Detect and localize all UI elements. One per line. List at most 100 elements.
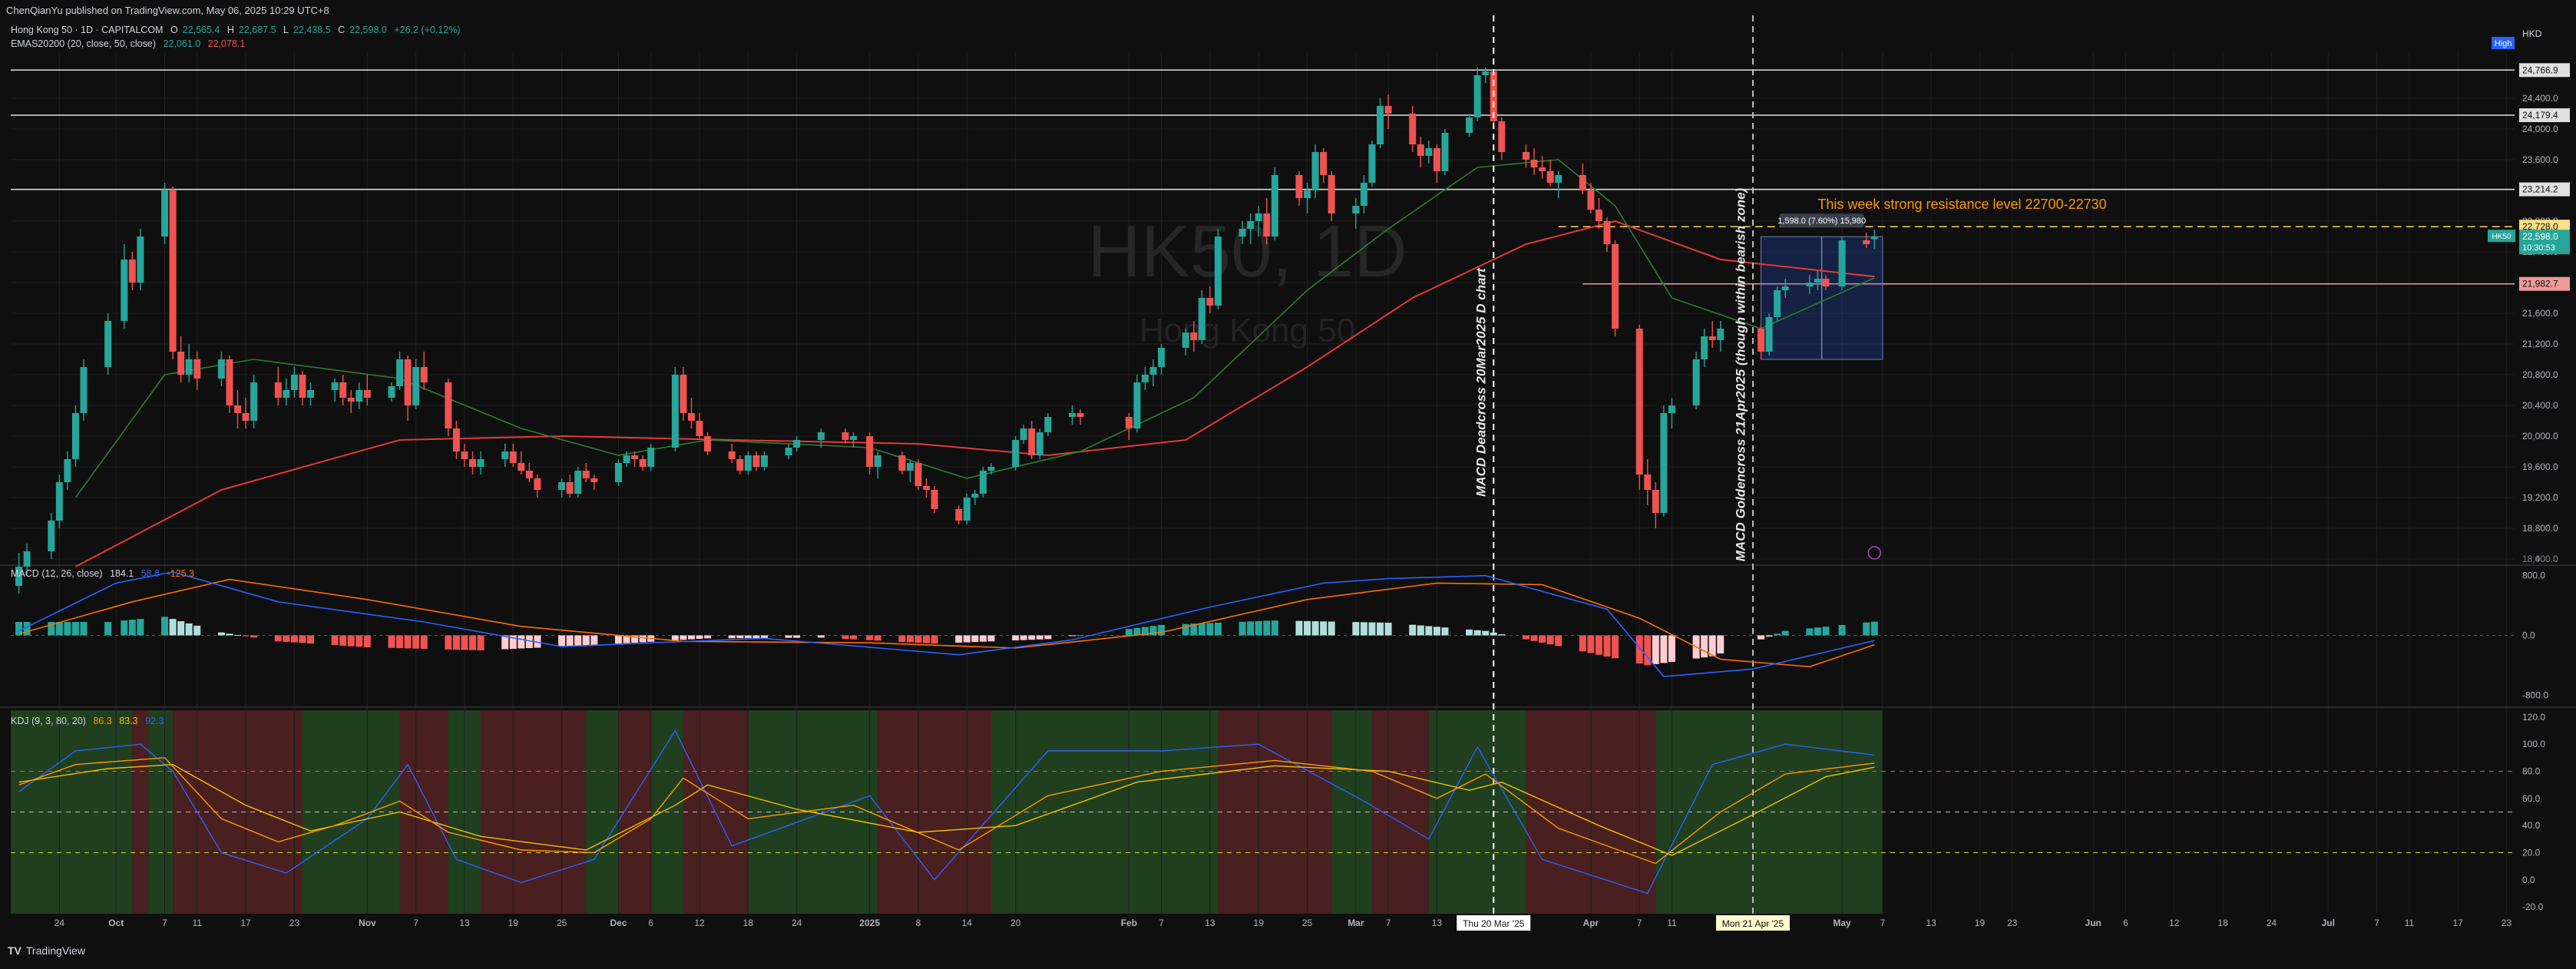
- tradingview-chart[interactable]: HK50, 1D Hong Kong 50 1,598.0 (7.60%) 15,9…: [0, 0, 2576, 965]
- candle-body: [1247, 221, 1255, 229]
- macd-hist-bar: [850, 635, 858, 640]
- macd-hist-bar: [404, 635, 412, 649]
- kdj-legend[interactable]: KDJ (9, 3, 80, 20) 86.3 83.3 92.3: [11, 716, 168, 726]
- candle-body: [955, 509, 963, 521]
- macd-hist-bar: [128, 620, 136, 636]
- time-label: Feb: [1121, 918, 1137, 928]
- price-tick: 24,000.0: [2522, 124, 2558, 134]
- candle-body: [1320, 152, 1328, 175]
- macd-hist-bar: [1214, 622, 1222, 636]
- macd-hist-bar: [1036, 635, 1043, 640]
- macd-hist-bar: [1498, 634, 1506, 636]
- candle: [445, 379, 452, 436]
- candle-body: [509, 451, 517, 463]
- candle: [55, 475, 63, 528]
- candle-body: [1255, 213, 1262, 221]
- chart-canvas[interactable]: HK50, 1DHong Kong 501,598.0 (7.60%) 15,9…: [0, 0, 2576, 965]
- price-tick: 20,000.0: [2522, 431, 2558, 442]
- macd-hist-bar: [566, 635, 574, 647]
- macd-hist-bar: [615, 635, 623, 644]
- macd-hist-bar: [914, 635, 922, 643]
- macd-hist-bar: [1838, 624, 1846, 636]
- candle-body: [363, 390, 371, 398]
- macd-hist-bar: [1271, 620, 1278, 636]
- candle: [1635, 325, 1643, 490]
- macd-hist-bar: [1198, 623, 1205, 636]
- ema-label: EMAS20200 (20, close, 50, close): [11, 38, 156, 49]
- macd-hist-bar: [1530, 635, 1538, 641]
- macd-hist-bar: [193, 625, 201, 636]
- last-price-countdown: 10:30:53: [2522, 243, 2555, 253]
- candle-body: [615, 463, 623, 482]
- time-label: 17: [2452, 918, 2463, 928]
- macd-hist-bar: [736, 635, 744, 639]
- candle-body: [1838, 240, 1846, 286]
- price-tick: 21,600.0: [2522, 308, 2558, 319]
- candle-body: [469, 459, 477, 467]
- candle-body: [704, 436, 712, 451]
- macd-hist-bar: [1539, 635, 1546, 643]
- macd-hist-bar: [1758, 635, 1765, 640]
- candle-body: [963, 498, 971, 521]
- tradingview-footer[interactable]: TV TradingView: [8, 944, 85, 957]
- annotation-0: This week strong resistance level 22700-…: [1817, 197, 2106, 212]
- candle: [931, 486, 938, 513]
- candle-body: [501, 451, 509, 459]
- candle-body: [923, 486, 931, 490]
- macd-hist-bar: [1490, 632, 1497, 636]
- candle-body: [177, 352, 185, 375]
- kdj-tick: 20.0: [2522, 848, 2541, 858]
- macd-hist-bar: [185, 623, 193, 636]
- macd-hist-bar: [898, 635, 906, 642]
- price-tick: 20,800.0: [2522, 369, 2558, 380]
- price-tick: 23,600.0: [2522, 154, 2558, 165]
- macd-legend[interactable]: MACD (12, 26, close) 184.1 58.8 -125.3: [11, 568, 199, 579]
- macd-hist-bar: [671, 635, 679, 640]
- time-label: 11: [1667, 918, 1677, 928]
- candle-body: [728, 451, 736, 459]
- kdj-k-value: 86.3: [93, 716, 112, 726]
- time-label: 11: [192, 918, 202, 928]
- macd-hist-bar: [874, 635, 881, 641]
- candle-body: [1539, 167, 1546, 171]
- candle-body: [1352, 206, 1360, 213]
- time-label: 7: [413, 918, 418, 928]
- kdj-title: KDJ (9, 3, 80, 20): [11, 716, 86, 726]
- macd-hist-bar: [1433, 627, 1440, 636]
- candle-body: [242, 413, 250, 421]
- kdj-zone-red: [173, 710, 303, 914]
- macd-hist-bar: [347, 635, 355, 647]
- macd-hist-bar: [299, 635, 306, 643]
- last-price-label: 22,598.0: [2522, 231, 2558, 242]
- candle-body: [1028, 428, 1036, 455]
- candle-body: [1717, 329, 1724, 340]
- candle-body: [1473, 75, 1481, 117]
- time-label: 6: [2123, 918, 2128, 928]
- symbol-legend[interactable]: Hong Kong 50 · 1D · CAPITALCOM O 22,565.4…: [11, 25, 465, 35]
- macd-hist-bar: [104, 622, 112, 636]
- candle: [914, 459, 922, 490]
- candle-body: [1652, 490, 1659, 513]
- macd-hist-bar: [590, 635, 598, 646]
- candle-body: [1271, 175, 1278, 236]
- macd-hist-bar: [242, 635, 250, 637]
- macd-hist-bar: [226, 633, 233, 636]
- ema-legend[interactable]: EMAS20200 (20, close, 50, close) 22,061.…: [11, 38, 250, 49]
- macd-hist-bar: [469, 635, 477, 650]
- macd-hist-bar: [906, 635, 914, 643]
- candle-body: [1498, 121, 1506, 152]
- macd-hist-bar: [728, 635, 736, 639]
- candle: [1774, 286, 1781, 321]
- macd-hist-bar: [283, 635, 290, 642]
- candle-body: [534, 478, 541, 490]
- macd-hist-bar: [290, 635, 298, 643]
- level-label: 21,982.7: [2522, 279, 2558, 289]
- candle-body: [1612, 244, 1619, 329]
- candle-body: [283, 390, 290, 398]
- candle-body: [752, 455, 760, 467]
- time-label: 7: [1880, 918, 1885, 928]
- candle-body: [1522, 152, 1529, 160]
- candle-body: [1012, 440, 1020, 467]
- time-label: Oct: [108, 918, 124, 928]
- candle-body: [23, 551, 31, 567]
